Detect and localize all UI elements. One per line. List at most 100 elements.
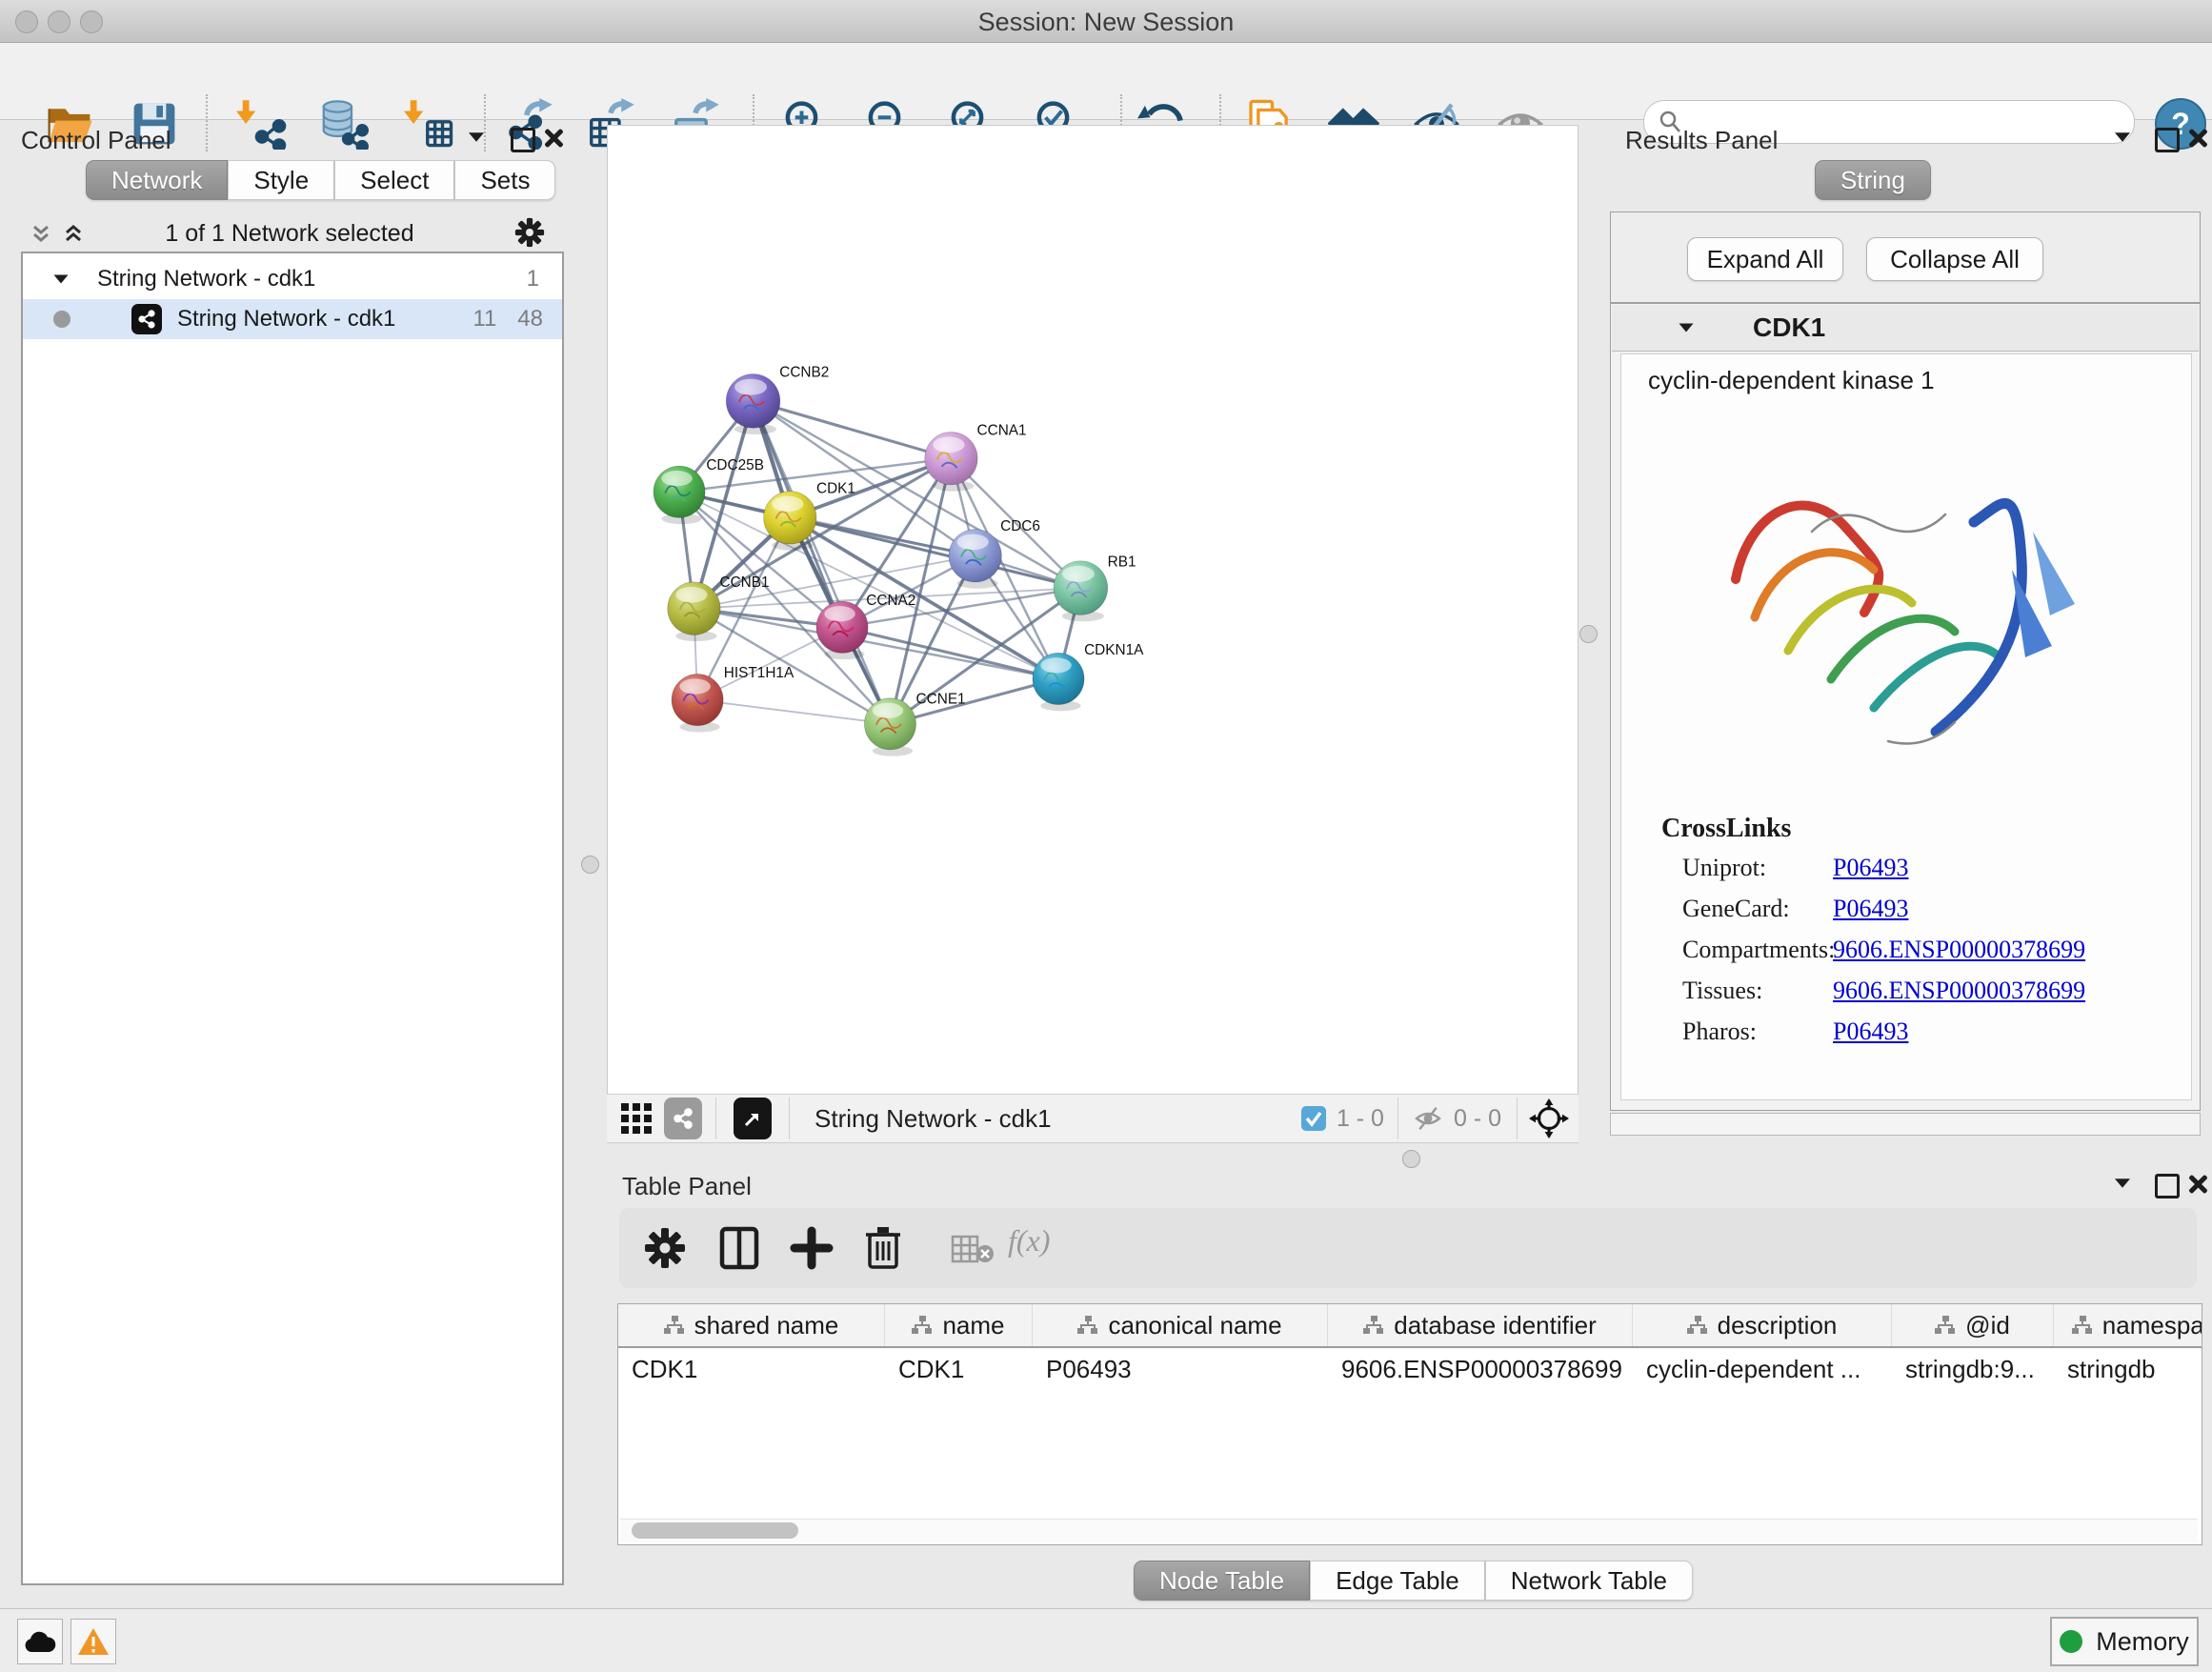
node-gloss xyxy=(675,587,707,603)
crosslink-value-link[interactable]: P06493 xyxy=(1833,854,1908,881)
network-canvas[interactable]: CCNB2CCNA1CDC25BCDK1CDC6RB1CCNB1CCNA2CDK… xyxy=(607,125,1579,1096)
column-header--id[interactable]: @id xyxy=(1892,1304,2054,1346)
expand-all-button[interactable]: Expand All xyxy=(1687,237,1843,281)
node-gloss xyxy=(734,379,767,395)
control-panel-close-icon[interactable] xyxy=(543,128,564,149)
network-tree-child-row[interactable]: String Network - cdk1 11 48 xyxy=(23,299,562,339)
node-label-HIST1H1A: HIST1H1A xyxy=(724,665,794,681)
crosslink-value-link[interactable]: P06493 xyxy=(1833,895,1908,922)
column-header-name[interactable]: name xyxy=(885,1304,1033,1346)
table-cell[interactable]: 9606.ENSP00000378699 xyxy=(1328,1348,1633,1390)
node-label-CCNA1: CCNA1 xyxy=(977,423,1027,439)
delete-trash-icon[interactable] xyxy=(862,1223,904,1271)
network-state-dot xyxy=(53,311,70,328)
tab-style[interactable]: Style xyxy=(228,160,334,200)
tab-string[interactable]: String xyxy=(1815,160,1931,200)
table-cell[interactable]: cyclin-dependent ... xyxy=(1633,1348,1892,1390)
function-builder-icon[interactable]: f(x) xyxy=(1008,1223,1050,1259)
table-cell[interactable]: P06493 xyxy=(1033,1348,1328,1390)
column-header-canonical-name[interactable]: canonical name xyxy=(1033,1304,1328,1346)
splitter-handle-left[interactable] xyxy=(581,856,599,874)
control-panel-float-icon[interactable] xyxy=(511,128,535,152)
splitter-handle-right[interactable] xyxy=(1579,625,1598,643)
table-panel: Table Panel f(x) shared namenamecanonica… xyxy=(607,1166,2212,1604)
node-gloss xyxy=(772,496,803,513)
tab-network-table[interactable]: Network Table xyxy=(1485,1561,1693,1601)
node-label-CCNE1: CCNE1 xyxy=(916,691,966,707)
table-gear-icon[interactable] xyxy=(644,1227,686,1269)
warning-button[interactable] xyxy=(70,1619,116,1664)
tab-node-table[interactable]: Node Table xyxy=(1134,1561,1310,1601)
edge-CCNA1-CCNE1[interactable] xyxy=(890,458,951,724)
edge-CCNB2-CCNA1[interactable] xyxy=(754,401,952,458)
edge-CCNA2-CDKN1A[interactable] xyxy=(842,627,1058,678)
column-header-shared-name[interactable]: shared name xyxy=(618,1304,885,1346)
crosslink-value-link[interactable]: 9606.ENSP00000378699 xyxy=(1833,936,2085,963)
scrollbar-thumb[interactable] xyxy=(632,1522,798,1539)
table-cell[interactable]: CDK1 xyxy=(618,1348,885,1390)
cloud-button[interactable] xyxy=(17,1619,63,1664)
table-panel-close-icon[interactable] xyxy=(2187,1174,2208,1195)
results-panel-float-icon[interactable] xyxy=(2155,128,2180,152)
column-header-label: canonical name xyxy=(1108,1311,1281,1340)
entry-description: cyclin-dependent kinase 1 xyxy=(1648,366,1935,395)
crosslink-value-link[interactable]: 9606.ENSP00000378699 xyxy=(1833,977,2085,1004)
network-list-header: 1 of 1 Network selected xyxy=(8,215,572,253)
crosslink-value-link[interactable]: P06493 xyxy=(1833,1017,1908,1045)
table-cell[interactable]: stringdb:9... xyxy=(1892,1348,2054,1390)
network-selected-info: 1 of 1 Network selected xyxy=(8,220,572,248)
memory-label: Memory xyxy=(2096,1627,2189,1657)
table-cell[interactable]: stringdb xyxy=(2054,1348,2202,1390)
fit-selected-crosshair-icon[interactable] xyxy=(1529,1098,1569,1138)
memory-button[interactable]: Memory xyxy=(2050,1617,2199,1666)
table-body: CDK1CDK1P064939606.ENSP00000378699cyclin… xyxy=(618,1348,2202,1390)
selected-checkbox-icon[interactable] xyxy=(1300,1105,1327,1132)
network-share-view-icon[interactable] xyxy=(664,1098,702,1139)
grid-view-icon[interactable] xyxy=(620,1102,653,1135)
control-panel-collapse-icon[interactable] xyxy=(469,132,484,142)
table-cell[interactable]: CDK1 xyxy=(885,1348,1033,1390)
table-panel-collapse-icon[interactable] xyxy=(2115,1178,2130,1188)
results-panel-tabs: String xyxy=(1815,160,1931,200)
table-type-tabs: Node Table Edge Table Network Table xyxy=(1134,1561,1693,1601)
entry-collapse-icon[interactable] xyxy=(1679,324,1694,332)
crosslinks-list: Uniprot:P06493GeneCard:P06493Compartment… xyxy=(1621,854,2191,1082)
column-header-database-identifier[interactable]: database identifier xyxy=(1328,1304,1633,1346)
node-label-CDC6: CDC6 xyxy=(1000,518,1040,534)
node-label-CCNA2: CCNA2 xyxy=(866,593,915,609)
cloud-icon xyxy=(24,1629,56,1654)
results-entry-header[interactable]: CDK1 xyxy=(1612,305,2199,352)
delete-table-icon[interactable] xyxy=(951,1233,995,1265)
tab-sets[interactable]: Sets xyxy=(454,160,555,200)
control-panel-tabs: Network Style Select Sets xyxy=(86,160,555,200)
add-column-icon[interactable] xyxy=(717,1225,761,1271)
tab-select[interactable]: Select xyxy=(334,160,454,200)
main-toolbar: ? xyxy=(0,43,2212,120)
table-panel-float-icon[interactable] xyxy=(2155,1174,2180,1199)
collapse-all-button[interactable]: Collapse All xyxy=(1866,237,2043,281)
results-panel-collapse-icon[interactable] xyxy=(2115,132,2130,142)
node-gloss xyxy=(933,436,964,453)
table-row[interactable]: CDK1CDK1P064939606.ENSP00000378699cyclin… xyxy=(618,1348,2202,1390)
network-collection-label: String Network - cdk1 xyxy=(97,266,315,292)
column-header-label: database identifier xyxy=(1394,1311,1596,1340)
table-horizontal-scrollbar[interactable] xyxy=(620,1519,2198,1542)
network-tree-root-row[interactable]: String Network - cdk1 1 xyxy=(23,259,562,299)
node-label-CCNB2: CCNB2 xyxy=(779,365,829,381)
results-panel-close-icon[interactable] xyxy=(2187,128,2208,149)
column-header-description[interactable]: description xyxy=(1633,1304,1892,1346)
add-row-icon[interactable] xyxy=(790,1225,834,1271)
tab-edge-table[interactable]: Edge Table xyxy=(1310,1561,1485,1601)
tree-expand-icon[interactable] xyxy=(54,275,69,284)
network-options-gear-icon[interactable] xyxy=(514,217,545,248)
collection-count: 1 xyxy=(527,266,539,292)
results-panel-title: Results Panel xyxy=(1625,126,1778,155)
node-gloss xyxy=(1040,657,1071,673)
crosslink-label: Compartments: xyxy=(1682,936,1833,964)
edge-HIST1H1A-CCNE1[interactable] xyxy=(697,700,890,724)
birds-eye-view-icon[interactable] xyxy=(734,1098,772,1139)
tab-network[interactable]: Network xyxy=(86,160,228,200)
hidden-eye-icon[interactable] xyxy=(1412,1104,1444,1133)
crosslink-row: Uniprot:P06493 xyxy=(1682,854,1908,882)
column-header-namespace[interactable]: namespace xyxy=(2054,1304,2202,1346)
